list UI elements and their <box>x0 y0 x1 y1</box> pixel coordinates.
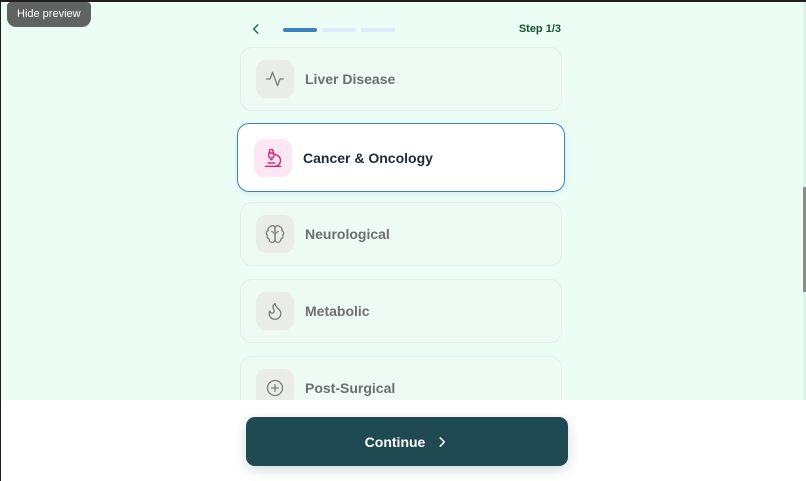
condition-card-metabolic[interactable]: Metabolic <box>240 279 562 343</box>
condition-card-liver-disease[interactable]: Liver Disease <box>240 47 562 111</box>
hide-preview-button[interactable]: Hide preview <box>7 2 91 27</box>
continue-button[interactable]: Continue <box>246 417 568 466</box>
window-left-border <box>0 0 1 481</box>
window-top-border <box>0 0 806 2</box>
condition-label: Liver Disease <box>305 71 396 87</box>
footer-bar: Continue <box>1 400 806 481</box>
chevron-left-icon <box>252 24 259 34</box>
condition-card-neurological[interactable]: Neurological <box>240 202 562 266</box>
condition-label: Neurological <box>305 226 390 242</box>
progress-segment-3 <box>361 28 395 32</box>
condition-label: Post-Surgical <box>305 380 396 396</box>
flame-icon <box>256 292 294 330</box>
condition-card-cancer-oncology[interactable]: Cancer & Oncology <box>237 123 565 192</box>
step-counter: Step 1/3 <box>518 23 561 35</box>
progress-segment-2 <box>322 28 356 32</box>
progress-indicator <box>283 28 395 32</box>
activity-icon <box>256 60 294 98</box>
condition-label: Metabolic <box>305 303 370 319</box>
back-button[interactable] <box>246 19 266 39</box>
chevron-right-icon <box>439 436 446 447</box>
condition-label: Cancer & Oncology <box>303 149 433 166</box>
microscope-icon <box>254 138 292 177</box>
progress-segment-1 <box>283 28 317 32</box>
step-header: Step 1/3 <box>240 16 564 42</box>
continue-label: Continue <box>364 433 426 450</box>
brain-icon <box>256 215 294 253</box>
